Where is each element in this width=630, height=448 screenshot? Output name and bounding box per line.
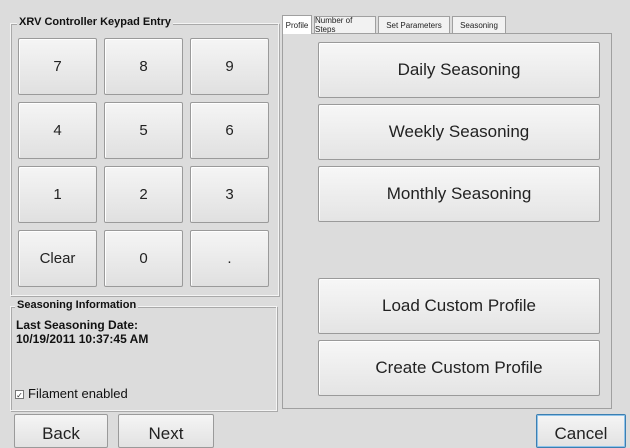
key-7[interactable]: 7 xyxy=(18,38,97,95)
filament-checkbox[interactable]: ✓ xyxy=(15,390,24,400)
key-4[interactable]: 4 xyxy=(18,102,97,159)
key-3[interactable]: 3 xyxy=(190,166,269,223)
key-6[interactable]: 6 xyxy=(190,102,269,159)
seasoning-info-title: Seasoning Information xyxy=(15,299,139,311)
tab-number-of-steps[interactable]: Number of Steps xyxy=(314,16,376,34)
tab-set-parameters[interactable]: Set Parameters xyxy=(378,16,450,33)
key-clear[interactable]: Clear xyxy=(18,230,97,287)
tab-seasoning[interactable]: Seasoning xyxy=(452,16,506,33)
keypad-group-title: XRV Controller Keypad Entry xyxy=(17,16,173,28)
filament-label[interactable]: Filament enabled xyxy=(28,387,128,401)
key-decimal[interactable]: . xyxy=(190,230,269,287)
monthly-seasoning-button[interactable]: Monthly Seasoning xyxy=(318,166,600,222)
load-custom-profile-button[interactable]: Load Custom Profile xyxy=(318,278,600,334)
key-1[interactable]: 1 xyxy=(18,166,97,223)
last-seasoning-label: Last Seasoning Date: xyxy=(16,318,139,332)
key-9[interactable]: 9 xyxy=(190,38,269,95)
key-0[interactable]: 0 xyxy=(104,230,183,287)
create-custom-profile-button[interactable]: Create Custom Profile xyxy=(318,340,600,396)
key-2[interactable]: 2 xyxy=(104,166,183,223)
key-5[interactable]: 5 xyxy=(104,102,183,159)
weekly-seasoning-button[interactable]: Weekly Seasoning xyxy=(318,104,600,160)
tab-profile[interactable]: Profile xyxy=(282,15,312,34)
last-seasoning-value: 10/19/2011 10:37:45 AM xyxy=(16,332,149,346)
daily-seasoning-button[interactable]: Daily Seasoning xyxy=(318,42,600,98)
key-8[interactable]: 8 xyxy=(104,38,183,95)
